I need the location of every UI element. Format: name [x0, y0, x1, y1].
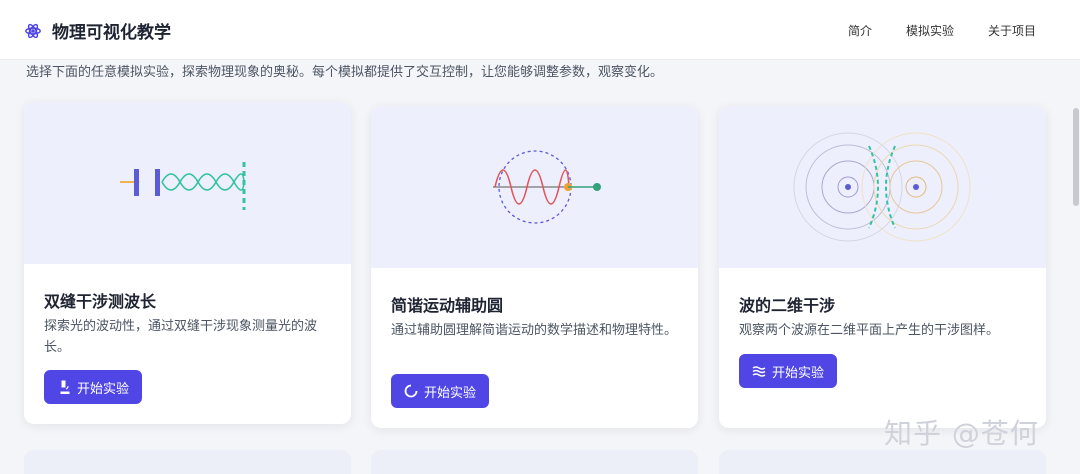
card-placeholder	[719, 450, 1046, 474]
shm-illustration	[371, 106, 698, 268]
double-slit-illustration	[24, 102, 351, 264]
atom-icon	[25, 23, 41, 38]
water-icon	[752, 366, 766, 377]
microscope-icon	[60, 380, 70, 394]
button-label: 开始实验	[424, 385, 477, 401]
card-description: 通过辅助圆理解简谐运动的数学描述和物理特性。	[391, 323, 678, 338]
card-2d-interference[interactable]: 波的二维干涉 观察两个波源在二维平面上产生的干涉图样。 开始实验	[719, 106, 1046, 428]
watermark: 知乎 @苍何	[884, 417, 1039, 450]
button-label: 开始实验	[77, 381, 130, 397]
scrollbar-thumb[interactable]	[1073, 108, 1079, 206]
nav-link-simulations[interactable]: 模拟实验	[906, 22, 954, 39]
card-placeholder	[371, 450, 698, 474]
start-experiment-button[interactable]: 开始实验	[391, 374, 490, 408]
card-title: 简谐运动辅助圆	[391, 296, 504, 315]
site-title: 物理可视化教学	[52, 23, 171, 43]
interference-illustration	[719, 106, 1046, 268]
brand[interactable]: 物理可视化教学	[24, 18, 171, 43]
start-experiment-button[interactable]: 开始实验	[44, 370, 143, 404]
button-label: 开始实验	[772, 365, 825, 381]
nav-link-intro[interactable]: 简介	[848, 22, 872, 39]
intro-text: 选择下面的任意模拟实验，探索物理现象的奥秘。每个模拟都提供了交互控制，让您能够调…	[26, 65, 664, 80]
nav-link-about[interactable]: 关于项目	[988, 22, 1036, 39]
card-placeholder	[24, 450, 351, 474]
main-nav: 简介 模拟实验 关于项目	[848, 22, 1036, 39]
card-description: 观察两个波源在二维平面上产生的干涉图样。	[739, 323, 1000, 338]
card-shm-circle[interactable]: 简谐运动辅助圆 通过辅助圆理解简谐运动的数学描述和物理特性。 开始实验	[371, 106, 698, 428]
start-experiment-button[interactable]: 开始实验	[739, 354, 838, 388]
card-double-slit[interactable]: 双缝干涉测波长 探索光的波动性，通过双缝干涉现象测量光的波长。 开始实验	[24, 102, 351, 424]
top-navbar: 物理可视化教学 简介 模拟实验 关于项目	[0, 0, 1080, 60]
card-title: 双缝干涉测波长	[44, 292, 157, 311]
circle-notch-icon	[404, 384, 418, 398]
card-title: 波的二维干涉	[739, 296, 836, 315]
card-description: 探索光的波动性，通过双缝干涉现象测量光的波长。	[44, 319, 318, 355]
